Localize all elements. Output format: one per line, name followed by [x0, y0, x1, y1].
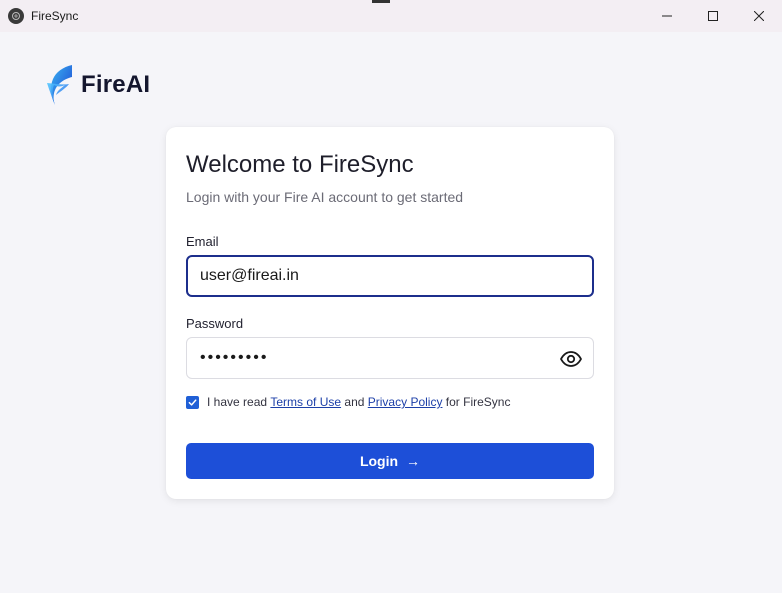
terms-and: and [341, 395, 368, 409]
show-password-button[interactable] [560, 348, 582, 370]
login-card: Welcome to FireSync Login with your Fire… [166, 127, 614, 499]
app-icon [8, 8, 24, 24]
fireai-logo-icon [47, 65, 72, 105]
title-bar: FireSync [0, 0, 782, 32]
password-label: Password [186, 316, 244, 331]
window-controls [644, 0, 782, 32]
terms-prefix: I have read [207, 395, 271, 409]
login-label: Login [359, 453, 399, 469]
login-button[interactable]: Login → [186, 443, 594, 479]
maximize-button[interactable] [690, 0, 736, 32]
minimize-button[interactable] [644, 0, 690, 32]
email-label: Email [186, 234, 219, 249]
minimize-icon [662, 15, 672, 17]
logo-text: FireAI [81, 71, 151, 98]
password-field[interactable] [200, 338, 560, 378]
checkmark-icon [188, 398, 197, 406]
fireai-logo: FireAI [45, 63, 150, 107]
terms-checkbox[interactable] [186, 395, 199, 409]
email-field[interactable] [200, 257, 560, 295]
close-icon [754, 11, 764, 21]
terms-row: I have read Terms of Use and Privacy Pol… [186, 395, 510, 409]
email-field-container [186, 255, 594, 297]
card-title: Welcome to FireSync [186, 151, 414, 178]
terms-suffix: for FireSync [442, 395, 511, 409]
close-button[interactable] [736, 0, 782, 32]
card-subtitle: Login with your Fire AI account to get s… [186, 189, 464, 205]
password-field-container [186, 337, 594, 379]
eye-icon [560, 351, 582, 367]
maximize-icon [708, 11, 718, 21]
window-title: FireSync [31, 9, 79, 23]
app-window: FireSync FireAI Welcome to FireSync Logi… [0, 0, 782, 593]
terms-of-use-link[interactable]: Terms of Use [270, 395, 341, 409]
privacy-policy-link[interactable]: Privacy Policy [368, 395, 443, 409]
arrow-right-icon: → [406, 453, 421, 469]
titlebar-notch [372, 0, 390, 3]
